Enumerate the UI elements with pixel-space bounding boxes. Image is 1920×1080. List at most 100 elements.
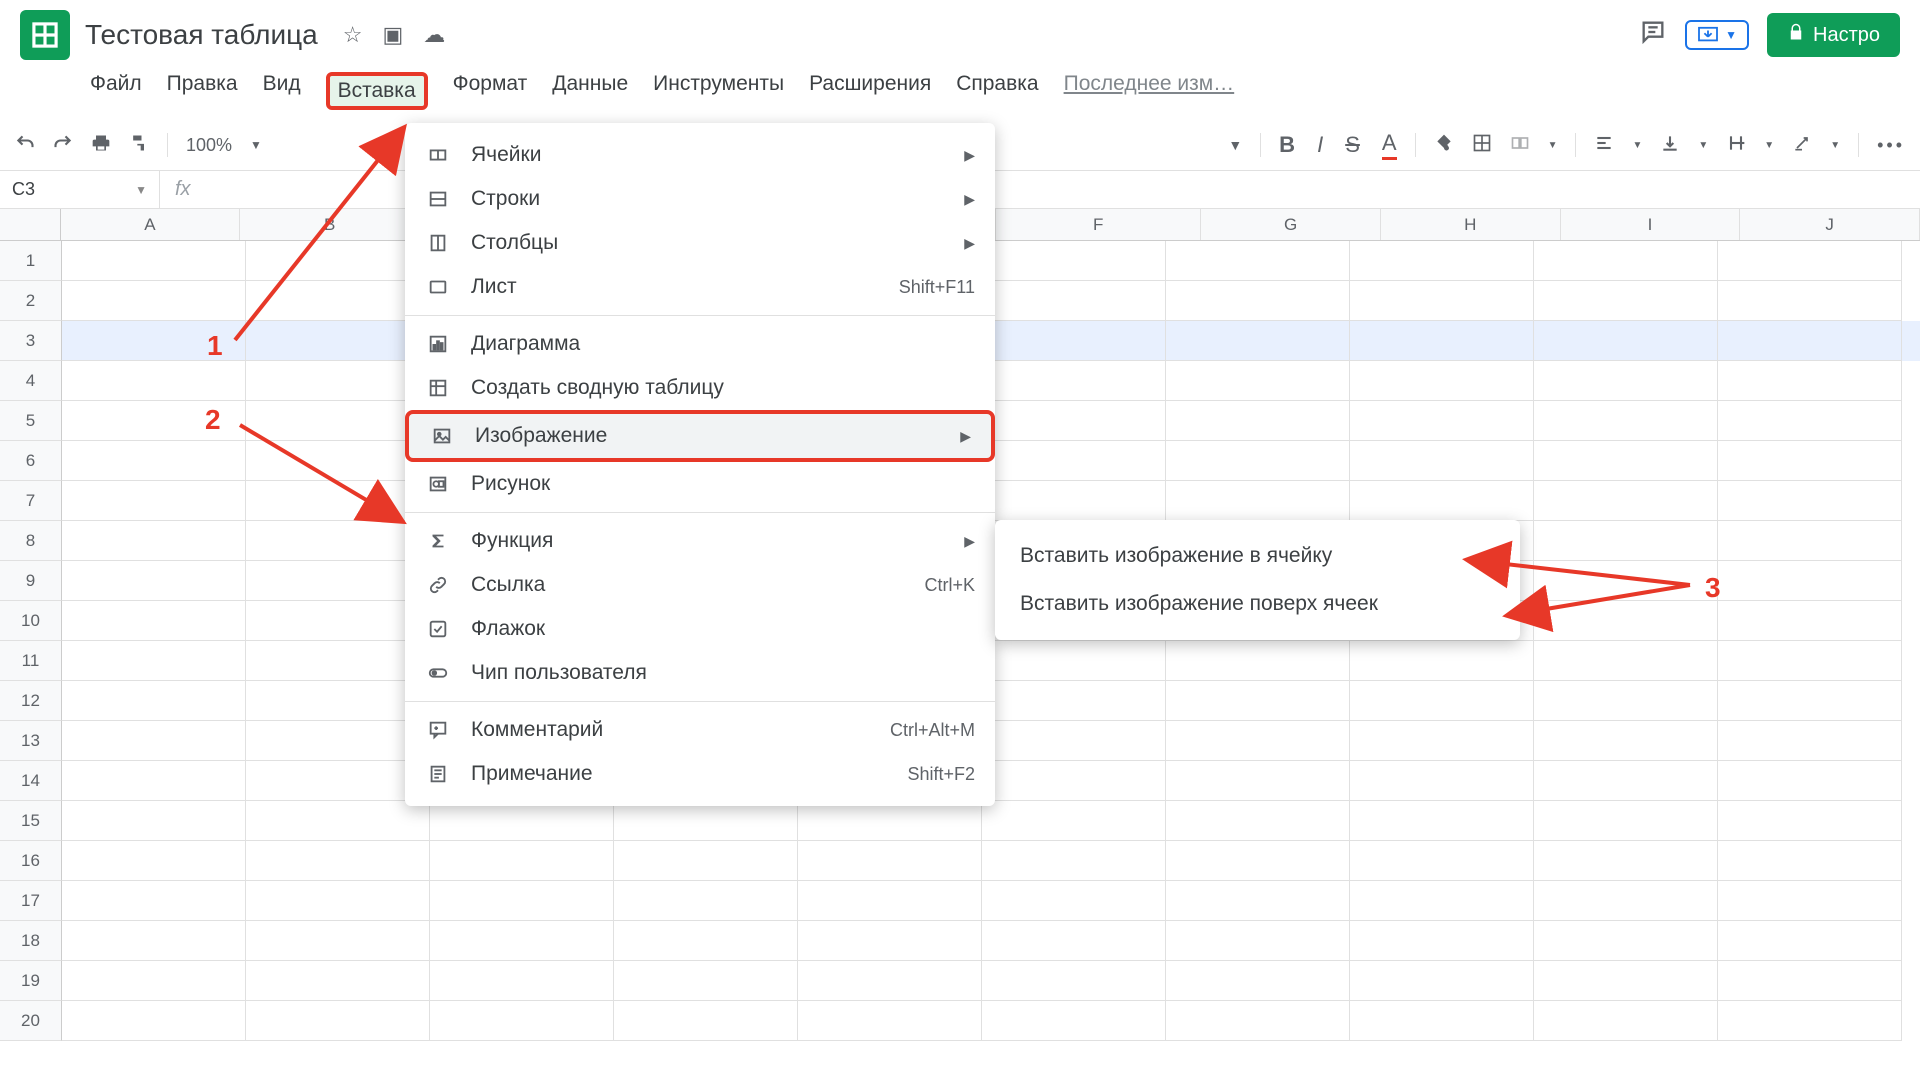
- cell[interactable]: [1718, 601, 1902, 641]
- cell[interactable]: [246, 1001, 430, 1041]
- menu-edit[interactable]: Правка: [167, 72, 238, 110]
- cell[interactable]: [798, 1001, 982, 1041]
- undo-icon[interactable]: [15, 133, 35, 158]
- cell[interactable]: [1534, 1001, 1718, 1041]
- row-header[interactable]: 19: [0, 961, 62, 1001]
- cell[interactable]: [1350, 841, 1534, 881]
- menu-item-sigma[interactable]: Функция ▶: [405, 519, 995, 563]
- cell[interactable]: [1718, 721, 1902, 761]
- cell[interactable]: [1718, 401, 1902, 441]
- name-box[interactable]: C3 ▼: [0, 171, 160, 208]
- cell[interactable]: [62, 721, 246, 761]
- cell[interactable]: [1350, 961, 1534, 1001]
- cell[interactable]: [1534, 481, 1718, 521]
- row-header[interactable]: 17: [0, 881, 62, 921]
- share-settings-button[interactable]: Настро: [1767, 13, 1900, 57]
- menu-view[interactable]: Вид: [263, 72, 301, 110]
- cell[interactable]: [62, 961, 246, 1001]
- cell[interactable]: [1166, 801, 1350, 841]
- text-color-button[interactable]: A: [1382, 130, 1397, 160]
- cell[interactable]: [1534, 921, 1718, 961]
- cell[interactable]: [1534, 681, 1718, 721]
- halign-icon[interactable]: [1594, 133, 1614, 158]
- cell[interactable]: [614, 921, 798, 961]
- cell[interactable]: [1718, 881, 1902, 921]
- cell[interactable]: [1166, 761, 1350, 801]
- cell[interactable]: [982, 441, 1166, 481]
- cell[interactable]: [1718, 921, 1902, 961]
- rotate-icon[interactable]: [1792, 133, 1812, 158]
- cell[interactable]: [246, 961, 430, 1001]
- cell[interactable]: [1350, 801, 1534, 841]
- cell[interactable]: [982, 961, 1166, 1001]
- cell[interactable]: [430, 1001, 614, 1041]
- row-header[interactable]: 10: [0, 601, 62, 641]
- cell[interactable]: [798, 801, 982, 841]
- cell[interactable]: [62, 481, 246, 521]
- cell[interactable]: [246, 841, 430, 881]
- cell[interactable]: [62, 881, 246, 921]
- cell[interactable]: [982, 481, 1166, 521]
- cell[interactable]: [246, 761, 430, 801]
- cell[interactable]: [982, 401, 1166, 441]
- col-header[interactable]: B: [240, 209, 420, 240]
- cell[interactable]: [62, 761, 246, 801]
- cell[interactable]: [614, 881, 798, 921]
- cell[interactable]: [1166, 1001, 1350, 1041]
- cell[interactable]: [1534, 961, 1718, 1001]
- cell[interactable]: [1166, 361, 1350, 401]
- borders-icon[interactable]: [1472, 133, 1492, 158]
- cell[interactable]: [1166, 641, 1350, 681]
- cell[interactable]: [1534, 441, 1718, 481]
- menu-file[interactable]: Файл: [90, 72, 142, 110]
- menu-item-rows[interactable]: Строки ▶: [405, 177, 995, 221]
- cell[interactable]: [1350, 881, 1534, 921]
- col-header[interactable]: A: [61, 209, 241, 240]
- cell[interactable]: [1534, 601, 1718, 641]
- cell[interactable]: [246, 361, 430, 401]
- menu-item-comment[interactable]: Комментарий Ctrl+Alt+M: [405, 708, 995, 752]
- menu-item-chip[interactable]: Чип пользователя: [405, 651, 995, 695]
- italic-button[interactable]: I: [1317, 132, 1323, 158]
- row-header[interactable]: 1: [0, 241, 62, 281]
- cell[interactable]: [1718, 441, 1902, 481]
- menu-item-drawing[interactable]: Рисунок: [405, 462, 995, 506]
- cell[interactable]: [982, 361, 1166, 401]
- cell[interactable]: [1718, 1001, 1902, 1041]
- cell[interactable]: [1166, 881, 1350, 921]
- cell[interactable]: [1166, 481, 1350, 521]
- menu-item-link[interactable]: Ссылка Ctrl+K: [405, 563, 995, 607]
- cell[interactable]: [62, 521, 246, 561]
- row-header[interactable]: 18: [0, 921, 62, 961]
- row-header[interactable]: 6: [0, 441, 62, 481]
- cell[interactable]: [982, 721, 1166, 761]
- row-header[interactable]: 2: [0, 281, 62, 321]
- row-header[interactable]: 13: [0, 721, 62, 761]
- cell[interactable]: [246, 641, 430, 681]
- cloud-icon[interactable]: ☁: [423, 22, 445, 48]
- cell[interactable]: [1718, 801, 1902, 841]
- cell[interactable]: [1350, 361, 1534, 401]
- submenu-image-in-cell[interactable]: Вставить изображение в ячейку: [995, 532, 1520, 580]
- print-icon[interactable]: [91, 133, 111, 158]
- cell[interactable]: [1166, 441, 1350, 481]
- col-header[interactable]: F: [996, 209, 1201, 240]
- col-header[interactable]: I: [1561, 209, 1741, 240]
- cell[interactable]: [1718, 281, 1902, 321]
- move-icon[interactable]: ▣: [382, 22, 403, 48]
- cell[interactable]: [798, 841, 982, 881]
- cell[interactable]: [1718, 761, 1902, 801]
- row-header[interactable]: 4: [0, 361, 62, 401]
- menu-tools[interactable]: Инструменты: [653, 72, 784, 110]
- cell[interactable]: [982, 921, 1166, 961]
- star-icon[interactable]: ☆: [343, 22, 363, 48]
- menu-item-cols[interactable]: Столбцы ▶: [405, 221, 995, 265]
- cell[interactable]: [246, 241, 430, 281]
- cell[interactable]: [430, 921, 614, 961]
- cell[interactable]: [62, 361, 246, 401]
- cell[interactable]: [1718, 561, 1902, 601]
- cell[interactable]: [62, 561, 246, 601]
- cell[interactable]: [62, 1001, 246, 1041]
- row-header[interactable]: 12: [0, 681, 62, 721]
- cell[interactable]: [798, 921, 982, 961]
